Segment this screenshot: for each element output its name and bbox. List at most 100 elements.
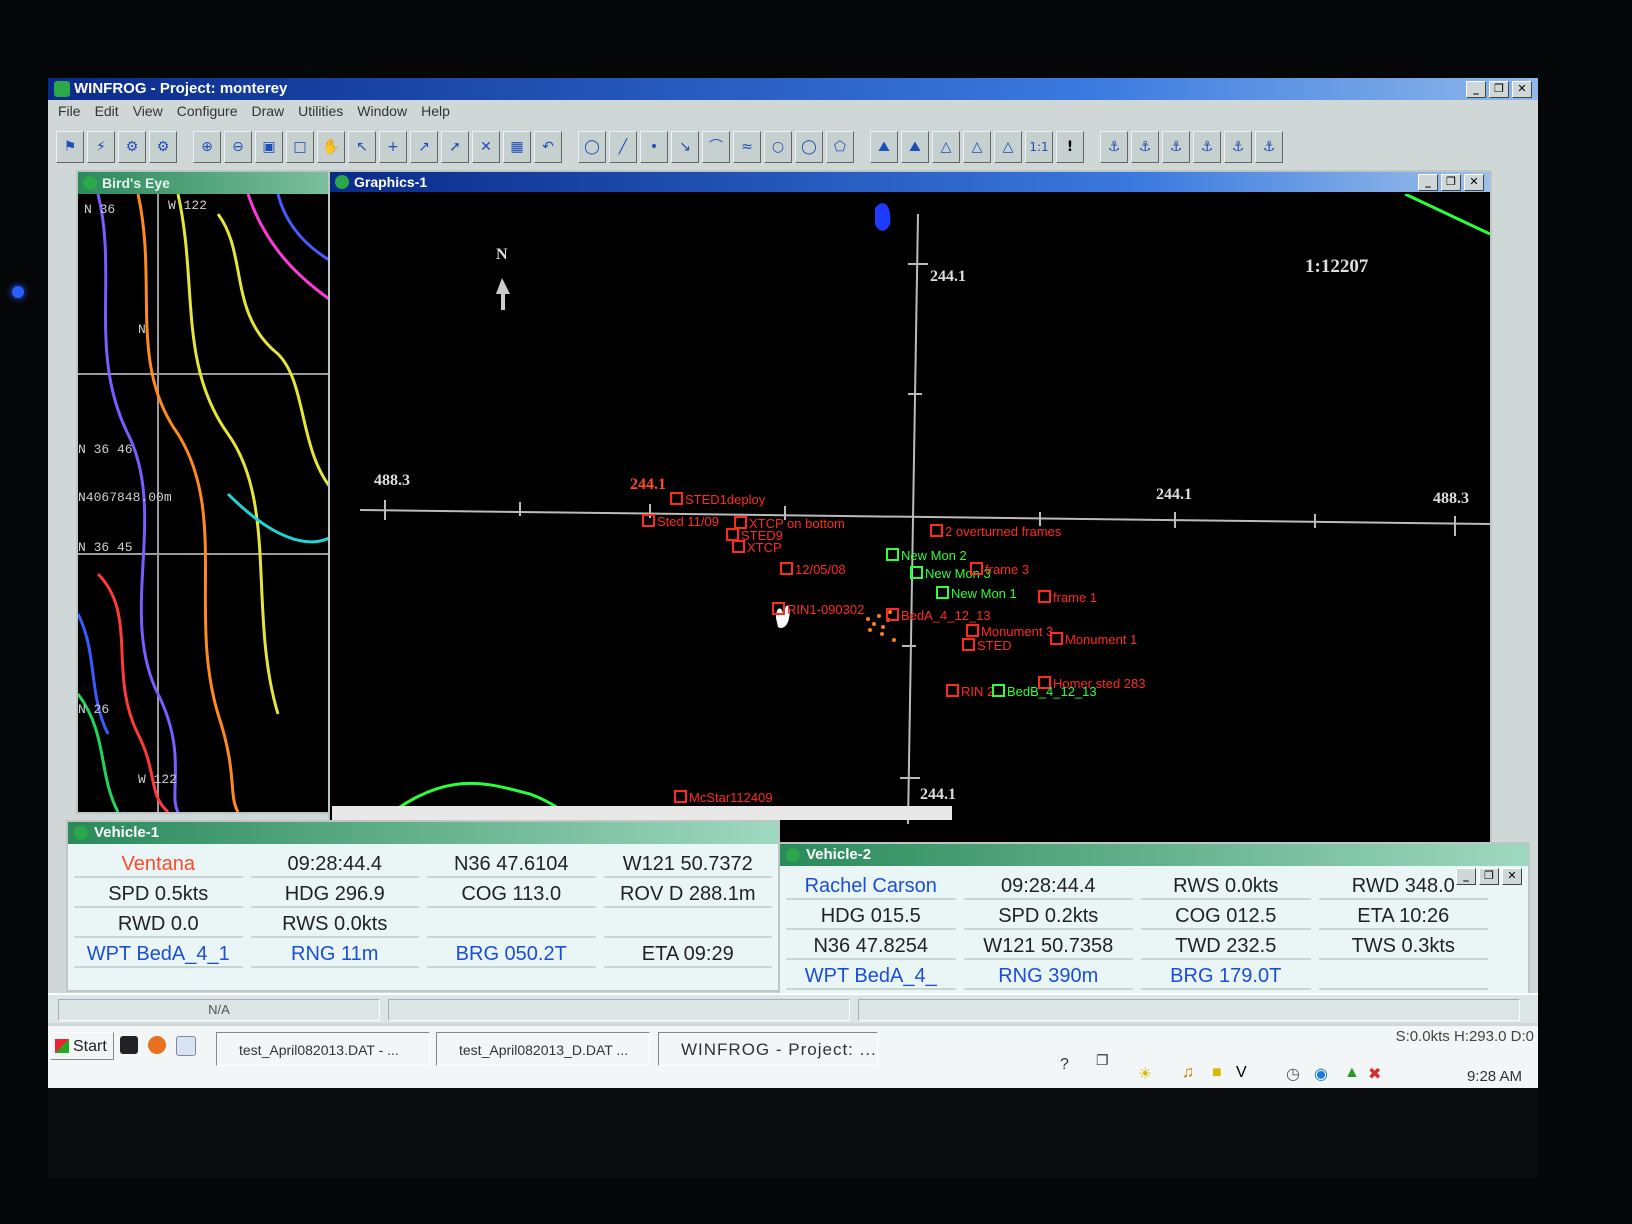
vehicle-status-4-icon[interactable]: ⚓ [1193,131,1221,163]
waypoint[interactable]: Monument 1 [1050,632,1137,647]
axis-label-right-mid: 244.1 [1156,486,1192,503]
vehicle-status-2-icon[interactable]: ⚓ [1131,131,1159,163]
tray-v-icon[interactable]: V [1236,1064,1247,1082]
zoom-window-icon[interactable]: ▣ [255,131,283,163]
menu-window[interactable]: Window [357,100,407,122]
add-point-icon[interactable]: + [379,131,407,163]
tray-shield-icon[interactable]: ▲ [1344,1064,1360,1082]
graphics-window[interactable]: Graphics-1 _ ❐ ✕ N 1:12207 244.1 244.1 4… [328,170,1492,864]
gear-icon[interactable]: ⚙ [118,131,146,163]
terrain-2-icon[interactable]: ⛰ [901,131,929,163]
vehicle-status-5-icon[interactable]: ⚓ [1224,131,1252,163]
vehicle-latitude: N36 47.6104 [427,850,596,878]
draw-point-icon[interactable]: • [640,131,668,163]
vehicle-empty-cell [603,910,772,938]
taskbar-item[interactable]: test_April082013.DAT - ... [216,1032,430,1066]
vehicle-2-close-button[interactable]: ✕ [1502,868,1522,885]
chat-icon[interactable] [176,1036,196,1056]
tray-clock-icon[interactable]: ◷ [1286,1064,1300,1084]
zoom-out-icon[interactable]: ⊖ [224,131,252,163]
waypoint[interactable]: STED [962,638,1012,653]
waypoint[interactable]: RIN1-090302 [772,602,864,617]
draw-ellipse-icon[interactable]: ◯ [795,131,823,163]
tray-x-icon[interactable]: ✖ [1368,1064,1381,1084]
draw-polygon-icon[interactable]: ⬠ [826,131,854,163]
cross-icon[interactable]: ✕ [472,131,500,163]
pointer-icon[interactable]: ↖ [348,131,376,163]
select-box-icon[interactable]: □ [286,131,314,163]
tray-speaker-icon[interactable]: ♫ [1182,1064,1194,1082]
pan-icon[interactable]: ✋ [317,131,345,163]
waypoint[interactable]: New Mon 1 [936,586,1017,601]
terrain-icon[interactable]: ⛰ [870,131,898,163]
waypoint[interactable]: frame 1 [1038,590,1097,605]
antenna-icon[interactable]: △ [932,131,960,163]
graphics-canvas[interactable]: N 1:12207 244.1 244.1 488.3 488.3 244.1 … [330,194,1490,862]
draw-curve-icon[interactable]: ≈ [733,131,761,163]
minimize-button[interactable]: _ [1466,81,1486,98]
taskbar-item-active[interactable]: WINFROG - Project: ... [658,1032,878,1066]
restore-icon[interactable]: ❐ [1096,1052,1109,1069]
vehicle-2-panel[interactable]: Vehicle-2 _ ❐ ✕ Rachel Carson 09:28:44.4… [778,842,1530,996]
waypoint[interactable]: Sted 11/09 [642,514,719,529]
restore-button[interactable]: ❐ [1489,81,1509,98]
status-bar: N/A [48,993,1538,1023]
waypoint[interactable]: frame 3 [970,562,1029,577]
menu-draw[interactable]: Draw [251,100,284,122]
vehicle-status-3-icon[interactable]: ⚓ [1162,131,1190,163]
draw-line-icon[interactable]: ╱ [609,131,637,163]
start-button[interactable]: Start [50,1032,114,1060]
waypoint[interactable]: RIN 2 [946,684,994,699]
graphics-close-button[interactable]: ✕ [1464,174,1484,191]
waypoint[interactable]: BedA_4_12_13 [886,608,991,623]
antenna-2-icon[interactable]: △ [963,131,991,163]
waypoint[interactable]: Monument 3 [966,624,1053,639]
alert-icon[interactable]: ! [1056,131,1084,163]
tray-bulb-icon[interactable]: ☀ [1138,1064,1152,1084]
graphics-restore-button[interactable]: ❐ [1441,174,1461,191]
line-icon[interactable]: ↗ [410,131,438,163]
firefox-icon[interactable] [148,1036,166,1054]
scale-1-1-button[interactable]: 1:1 [1025,131,1053,163]
waypoint[interactable]: XTCP [732,540,782,555]
menu-help[interactable]: Help [421,100,450,122]
terminal-icon[interactable] [120,1036,138,1054]
menu-configure[interactable]: Configure [177,100,238,122]
tray-network-icon[interactable]: ■ [1212,1064,1222,1082]
menu-edit[interactable]: Edit [95,100,119,122]
draw-arrow-icon[interactable]: ↘ [671,131,699,163]
draw-circle-icon[interactable]: ○ [764,131,792,163]
menu-view[interactable]: View [133,100,163,122]
waypoint[interactable]: 12/05/08 [780,562,846,577]
vehicle-1-panel[interactable]: Vehicle-1 Ventana 09:28:44.4 N36 47.6104… [66,820,780,992]
undo-icon[interactable]: ↶ [534,131,562,163]
close-button[interactable]: ✕ [1512,81,1532,98]
grid-icon[interactable]: ▦ [503,131,531,163]
menu-file[interactable]: File [58,100,81,122]
help-icon[interactable]: ? [1060,1056,1069,1074]
settings-icon[interactable]: ⚙ [149,131,177,163]
waypoint[interactable]: McStar112409 [674,790,773,805]
graphics-minimize-button[interactable]: _ [1418,174,1438,191]
vehicle-1-data-grid: Ventana 09:28:44.4 N36 47.6104 W121 50.7… [68,844,778,974]
waypoint[interactable]: STED1deploy [670,492,765,507]
waypoint[interactable]: 2 overturned frames [930,524,1061,539]
vehicle-2-minimize-button[interactable]: _ [1456,868,1476,885]
draw-arc-icon[interactable]: ⌒ [702,131,730,163]
menu-utilities[interactable]: Utilities [298,100,343,122]
draw-select-icon[interactable]: ◯ [578,131,606,163]
tray-eye-icon[interactable]: ◉ [1314,1064,1328,1084]
chart-icon[interactable]: ⚡ [87,131,115,163]
antenna-3-icon[interactable]: △ [994,131,1022,163]
taskbar-item[interactable]: test_April082013_D.DAT ... [436,1032,650,1066]
zoom-in-icon[interactable]: ⊕ [193,131,221,163]
vehicle-status-6-icon[interactable]: ⚓ [1255,131,1283,163]
vehicle-status-icon[interactable]: ⚓ [1100,131,1128,163]
waypoint[interactable]: BedB_4_12_13 [992,684,1097,699]
contour-line [246,194,336,306]
waypoint[interactable]: New Mon 2 [886,548,967,563]
birds-eye-panel[interactable]: Bird's Eye N 36 W 122 N N4067848.00m N 3… [76,170,338,814]
measure-icon[interactable]: ➚ [441,131,469,163]
vehicle-2-restore-button[interactable]: ❐ [1479,868,1499,885]
vehicle-icon[interactable]: ⚑ [56,131,84,163]
